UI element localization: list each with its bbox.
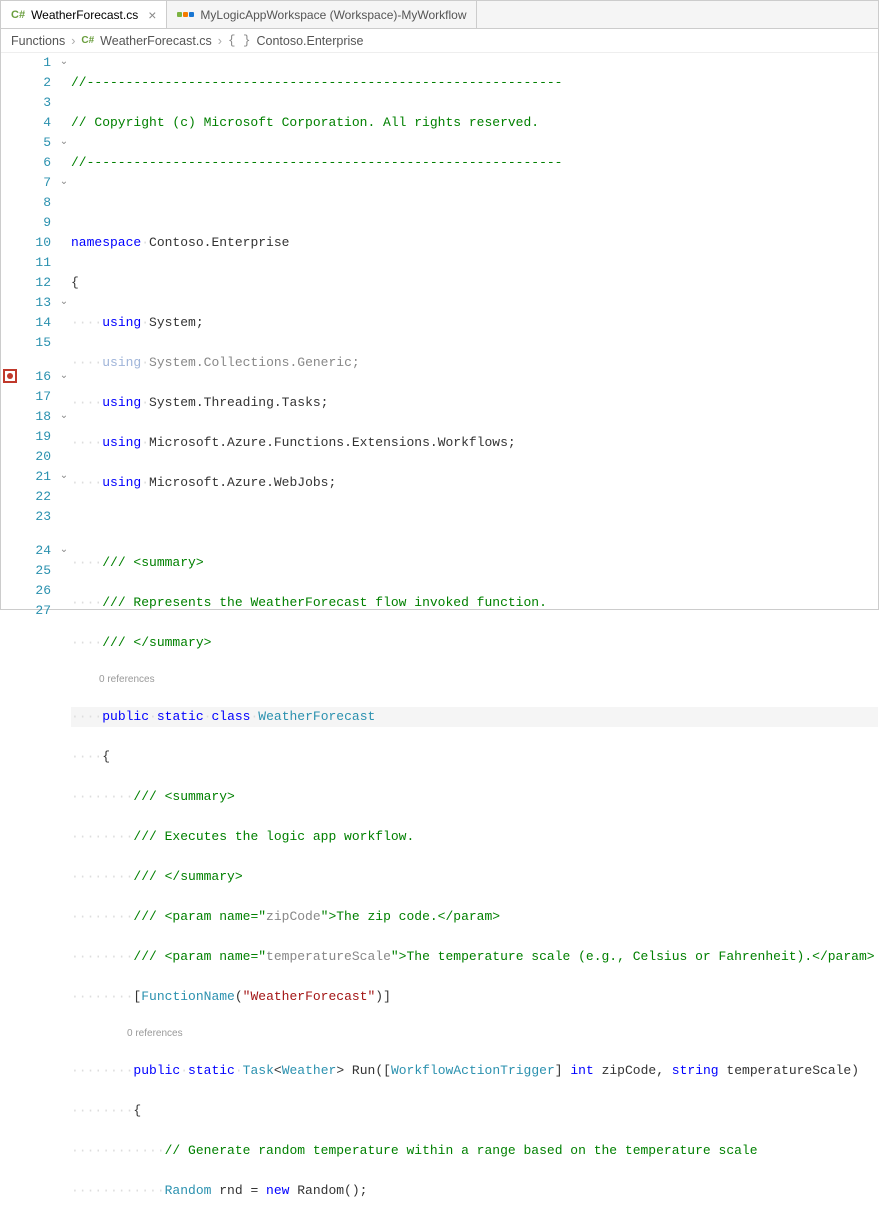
fold-toggle[interactable]: ⌄ [57,53,71,73]
tab-bar: C# WeatherForecast.cs × MyLogicAppWorksp… [1,1,878,29]
tab-weatherforecast[interactable]: C# WeatherForecast.cs × [1,1,167,28]
code-editor[interactable]: 1 2 3 4 5 6 7 8 9 10 11 12 13 14 15 16 1… [1,53,878,1220]
tab-label: MyLogicAppWorkspace (Workspace)-MyWorkfl… [200,8,466,22]
chevron-right-icon: › [71,34,75,48]
breakpoint-icon[interactable] [3,369,17,383]
fold-toggle[interactable]: ⌄ [57,173,71,193]
codelens[interactable]: 0 references [71,673,878,687]
line-number-gutter: 1 2 3 4 5 6 7 8 9 10 11 12 13 14 15 16 1… [19,53,57,1220]
breadcrumb-item[interactable]: Functions [11,34,65,48]
fold-toggle[interactable]: ⌄ [57,467,71,487]
fold-gutter[interactable]: ⌄ ⌄ ⌄ ⌄ ⌄ ⌄ ⌄ ⌄ [57,53,71,1220]
code-content[interactable]: //--------------------------------------… [71,53,878,1220]
workflow-icon [177,12,194,17]
codelens[interactable]: 0 references [71,1027,878,1041]
fold-toggle[interactable]: ⌄ [57,407,71,427]
namespace-icon: { } [228,34,251,48]
fold-toggle[interactable]: ⌄ [57,541,71,561]
tab-workflow[interactable]: MyLogicAppWorkspace (Workspace)-MyWorkfl… [167,1,477,28]
breadcrumb-item[interactable]: Contoso.Enterprise [256,34,363,48]
chevron-right-icon: › [218,34,222,48]
tab-label: WeatherForecast.cs [31,8,138,22]
close-icon[interactable]: × [148,7,156,23]
breadcrumb-item[interactable]: WeatherForecast.cs [100,34,212,48]
breadcrumb: Functions › C# WeatherForecast.cs › { } … [1,29,878,53]
csharp-icon: C# [81,35,94,46]
fold-toggle[interactable]: ⌄ [57,367,71,387]
fold-toggle[interactable]: ⌄ [57,293,71,313]
fold-toggle[interactable]: ⌄ [57,133,71,153]
csharp-icon: C# [11,9,25,21]
breakpoint-gutter[interactable] [1,53,19,1220]
